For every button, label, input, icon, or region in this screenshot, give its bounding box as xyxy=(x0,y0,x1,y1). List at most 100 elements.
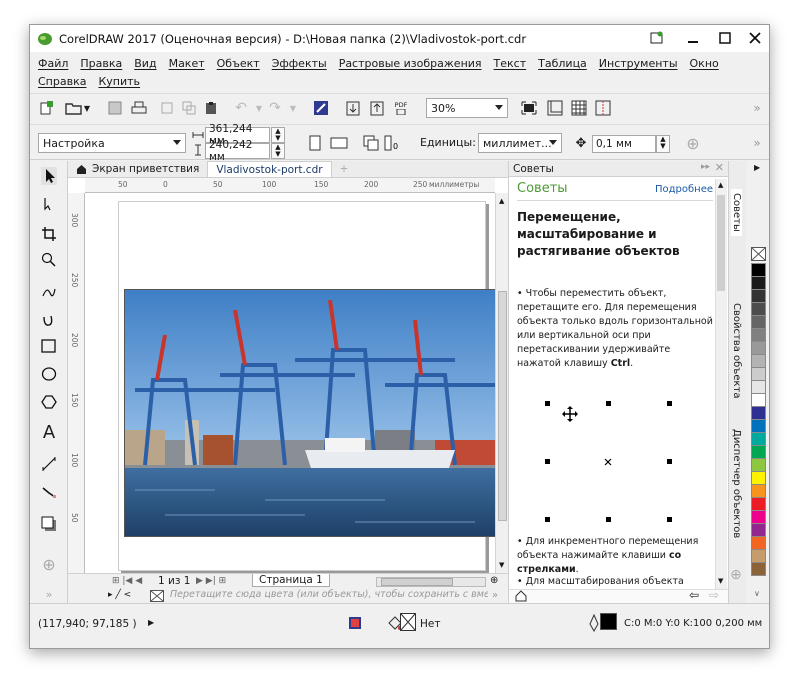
no-fill-swatch[interactable] xyxy=(751,247,766,261)
landscape-orientation-icon[interactable] xyxy=(328,133,350,153)
menu-text[interactable]: Текст xyxy=(488,55,533,72)
tab-object-properties[interactable]: Свойства объекта xyxy=(731,303,742,399)
color-swatch[interactable] xyxy=(751,523,766,537)
port-photo[interactable] xyxy=(124,289,496,537)
open-dropdown-icon[interactable]: ▼ xyxy=(82,98,92,118)
color-swatch[interactable] xyxy=(751,536,766,550)
color-swatch[interactable] xyxy=(751,419,766,433)
connector-tool-icon[interactable] xyxy=(35,479,63,505)
all-pages-icon[interactable] xyxy=(360,133,382,153)
page-tab-1[interactable]: Страница 1 xyxy=(252,574,330,587)
color-swatch[interactable] xyxy=(751,484,766,498)
color-swatch[interactable] xyxy=(751,393,766,407)
text-tool-icon[interactable]: A xyxy=(35,419,63,445)
menu-object[interactable]: Объект xyxy=(211,55,266,72)
horizontal-scroll-thumb[interactable] xyxy=(381,578,453,586)
print-icon[interactable] xyxy=(128,98,150,118)
add-toolbar-item-icon[interactable]: ⊕ xyxy=(682,133,704,153)
paste-icon[interactable] xyxy=(200,98,222,118)
minimize-button[interactable] xyxy=(680,27,706,49)
show-guidelines-icon[interactable] xyxy=(592,98,614,118)
page-nav-next-icon[interactable]: ▶ ▶| ⊞ xyxy=(196,576,226,586)
color-swatch[interactable] xyxy=(751,315,766,329)
color-swatch[interactable] xyxy=(751,302,766,316)
palette-tools[interactable]: ▸ ╱ < xyxy=(108,590,131,600)
docker-close-icon[interactable]: ✕ xyxy=(715,161,724,174)
close-button[interactable] xyxy=(742,27,768,49)
property-bar-overflow-icon[interactable]: » xyxy=(746,133,768,153)
color-swatch[interactable] xyxy=(751,458,766,472)
tab-object-manager[interactable]: Диспетчер объектов xyxy=(731,429,742,538)
zoom-tool-icon[interactable] xyxy=(35,247,63,273)
tab-tips[interactable]: Советы xyxy=(731,189,742,236)
tab-document[interactable]: Vladivostok-port.cdr xyxy=(207,161,332,177)
menu-file[interactable]: Файл xyxy=(32,55,74,72)
page-height-field[interactable]: 240,242 мм xyxy=(205,139,270,163)
back-arrow-icon[interactable]: ⇦ xyxy=(689,588,699,602)
vertical-ruler[interactable]: 300 250 200 150 100 50 xyxy=(68,193,85,573)
nudge-distance-field[interactable]: 0,1 мм xyxy=(592,135,656,153)
search-content-icon[interactable] xyxy=(310,98,332,118)
more-link[interactable]: Подробнее xyxy=(655,184,713,195)
color-swatch[interactable] xyxy=(751,263,766,277)
menu-effects[interactable]: Эффекты xyxy=(266,55,333,72)
color-swatch[interactable] xyxy=(751,276,766,290)
docker-scrollbar[interactable]: ▲ ▼ xyxy=(715,179,727,589)
menu-window[interactable]: Окно xyxy=(684,55,725,72)
copy-icon[interactable] xyxy=(178,98,200,118)
maximize-button[interactable] xyxy=(712,27,738,49)
palette-overflow-icon[interactable]: » xyxy=(492,590,498,601)
docker-scroll-thumb[interactable] xyxy=(717,195,725,291)
status-expand-icon[interactable]: ▶ xyxy=(148,618,154,627)
color-swatch[interactable] xyxy=(751,432,766,446)
export-icon[interactable] xyxy=(366,98,388,118)
menu-buy[interactable]: Купить xyxy=(92,73,146,90)
color-swatch[interactable] xyxy=(751,380,766,394)
current-page-icon[interactable]: 0 xyxy=(382,133,404,153)
freehand-tool-icon[interactable] xyxy=(35,279,63,305)
page-height-spinner[interactable]: ▲ ▼ xyxy=(271,143,285,159)
color-swatch[interactable] xyxy=(751,406,766,420)
tab-welcome-screen[interactable]: Экран приветствия xyxy=(68,161,207,177)
redo-dropdown-icon[interactable]: ▼ xyxy=(282,98,304,118)
toolbar-overflow-icon[interactable]: » xyxy=(746,98,768,118)
outline-color-swatch[interactable] xyxy=(600,613,617,630)
add-docker-icon[interactable]: ⊕ xyxy=(730,567,742,583)
horizontal-scrollbar[interactable] xyxy=(376,577,486,587)
menu-edit[interactable]: Правка xyxy=(74,55,128,72)
color-swatch[interactable] xyxy=(751,445,766,459)
color-swatch[interactable] xyxy=(751,354,766,368)
drop-shadow-tool-icon[interactable] xyxy=(35,511,63,537)
nudge-spinner[interactable]: ▲ ▼ xyxy=(656,135,670,153)
units-select[interactable]: миллимет... xyxy=(478,133,562,153)
zoom-navigator-icon[interactable]: ⊕ xyxy=(490,575,498,586)
rectangle-tool-icon[interactable] xyxy=(35,333,63,359)
color-swatch[interactable] xyxy=(751,562,766,576)
color-swatch[interactable] xyxy=(751,341,766,355)
show-rulers-icon[interactable] xyxy=(544,98,566,118)
menu-help[interactable]: Справка xyxy=(32,73,92,90)
no-fill-swatch-icon[interactable] xyxy=(400,613,416,631)
color-swatch[interactable] xyxy=(751,497,766,511)
scroll-down-icon[interactable]: ▼ xyxy=(718,577,723,585)
shape-tool-icon[interactable] xyxy=(35,191,63,217)
cut-icon[interactable] xyxy=(156,98,178,118)
full-screen-preview-icon[interactable] xyxy=(518,98,540,118)
scroll-down-icon[interactable]: ▼ xyxy=(499,561,504,569)
menu-layout[interactable]: Макет xyxy=(163,55,211,72)
menu-view[interactable]: Вид xyxy=(128,55,162,72)
import-icon[interactable] xyxy=(342,98,364,118)
color-swatch[interactable] xyxy=(751,367,766,381)
page-width-spinner[interactable]: ▲ ▼ xyxy=(271,127,285,143)
docker-collapse-icon[interactable]: ▸▸ xyxy=(701,162,710,172)
forward-arrow-icon[interactable]: ⇨ xyxy=(709,588,719,602)
color-swatch[interactable] xyxy=(751,510,766,524)
vertical-scroll-thumb[interactable] xyxy=(498,291,507,521)
artistic-media-tool-icon[interactable] xyxy=(35,307,63,333)
scroll-up-icon[interactable]: ▲ xyxy=(718,181,723,189)
home-icon[interactable] xyxy=(515,590,527,602)
account-icon[interactable] xyxy=(644,27,670,49)
export-pdf-icon[interactable]: PDF xyxy=(390,98,412,118)
crop-tool-icon[interactable] xyxy=(35,221,63,247)
document-color-settings-icon[interactable] xyxy=(348,616,362,630)
